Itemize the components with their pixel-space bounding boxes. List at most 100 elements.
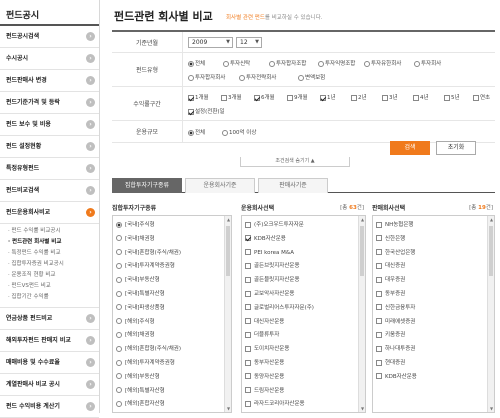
checkbox[interactable] — [245, 331, 251, 338]
checkbox[interactable] — [245, 235, 251, 242]
radio-button[interactable] — [298, 74, 304, 81]
radio-button[interactable] — [239, 74, 245, 81]
checkbox[interactable] — [382, 94, 388, 101]
checkbox[interactable] — [245, 387, 251, 394]
sidebar-item[interactable]: 펀드공시검색 › — [0, 26, 99, 48]
radio-button[interactable] — [116, 221, 122, 228]
list-item[interactable]: 동양자산운용 — [245, 372, 284, 382]
sidebar-subitem[interactable]: · 집합기간 수익률 — [8, 292, 99, 303]
sidebar-item[interactable]: 연금상품 펀드비교 › — [0, 308, 99, 330]
collapse-conditions-toggle[interactable]: 조건검색 숨기기 ▲ — [240, 157, 350, 167]
list-item[interactable]: 글로벌리어스투자자문(주) — [245, 303, 314, 313]
option[interactable]: 3년 — [382, 93, 398, 101]
sidebar-item[interactable]: 펀드비교검색 › — [0, 180, 99, 202]
list-item[interactable]: 라자드코리아자산운용 — [245, 399, 305, 409]
scroll-up-icon[interactable]: ▲ — [225, 216, 231, 223]
option[interactable]: 5년 — [444, 93, 460, 101]
radio-button[interactable] — [116, 262, 122, 269]
checkbox[interactable] — [245, 290, 251, 297]
sidebar-subitem[interactable]: · 운용조직 현황 비교 — [8, 270, 99, 281]
option[interactable]: 4년 — [413, 93, 429, 101]
radio-button[interactable] — [269, 60, 275, 67]
month-select[interactable]: 12 ▼ — [236, 37, 262, 48]
checkbox[interactable] — [376, 276, 382, 283]
option[interactable]: 9개월 — [287, 93, 308, 101]
list-item[interactable]: 미래에셋증권 — [376, 317, 415, 327]
checkbox[interactable] — [376, 331, 382, 338]
option[interactable]: 전체 — [188, 59, 205, 67]
list-item[interactable]: [해외]부동산형 — [116, 372, 160, 382]
list-item[interactable]: NH농협은행 — [376, 220, 414, 230]
option[interactable]: 설정(전환)일 — [188, 107, 225, 115]
list-item[interactable]: PEI korea M&A — [245, 248, 294, 258]
list-item[interactable]: 한국산업은행 — [376, 248, 415, 258]
scroll-up-icon[interactable]: ▲ — [359, 216, 365, 223]
list-item[interactable]: [해외]혼합자산형 — [116, 399, 165, 409]
sidebar-item[interactable]: 수시공시 › — [0, 48, 99, 70]
list-item[interactable]: [국내]채권형 — [116, 234, 155, 244]
radio-button[interactable] — [116, 359, 122, 366]
checkbox[interactable] — [245, 221, 251, 228]
list-item[interactable]: [국내]파생상품형 — [116, 303, 165, 313]
checkbox[interactable] — [287, 94, 293, 101]
scrollbar[interactable]: ▲ ▼ — [487, 216, 494, 412]
radio-button[interactable] — [116, 249, 122, 256]
option[interactable]: 전체 — [188, 128, 205, 136]
radio-button[interactable] — [318, 60, 324, 67]
checkbox[interactable] — [188, 108, 194, 115]
radio-button[interactable] — [222, 129, 228, 136]
sidebar-item[interactable]: 펀드 수익비용 계산기 › — [0, 396, 99, 418]
checkbox[interactable] — [245, 359, 251, 366]
radio-button[interactable] — [116, 400, 122, 407]
scroll-down-icon[interactable]: ▼ — [488, 405, 494, 412]
list-item[interactable]: KDB자산운용 — [376, 372, 417, 382]
list-item[interactable]: 동부자산운용 — [245, 358, 284, 368]
tab-1[interactable]: 집합투자기구종류 — [112, 178, 182, 193]
list-item[interactable]: 대신자산운용 — [245, 317, 284, 327]
option[interactable]: 연초 — [473, 93, 490, 101]
radio-button[interactable] — [188, 129, 194, 136]
sidebar-item[interactable]: 특정유형펀드 › — [0, 158, 99, 180]
option[interactable]: 투자합자회사 — [188, 73, 225, 81]
year-select[interactable]: 2009 ▼ — [188, 37, 233, 48]
radio-button[interactable] — [223, 60, 229, 67]
checkbox[interactable] — [376, 235, 382, 242]
checkbox[interactable] — [245, 400, 251, 407]
option[interactable]: 1년 — [320, 93, 336, 101]
list-item[interactable]: 골든브릿지자산운용 — [245, 261, 300, 271]
option[interactable]: 3개월 — [221, 93, 242, 101]
radio-button[interactable] — [116, 235, 122, 242]
sidebar-subitem[interactable]: · 펀드관련 회사별 비교 — [8, 237, 99, 248]
sidebar-subitem[interactable]: · 특정펀드 수익률 비교 — [8, 248, 99, 259]
list-item[interactable]: 현대증권 — [376, 358, 405, 368]
sidebar-item[interactable]: 펀드기준가격 및 등락 › — [0, 92, 99, 114]
checkbox[interactable] — [376, 221, 382, 228]
radio-button[interactable] — [116, 345, 122, 352]
radio-button[interactable] — [414, 60, 420, 67]
list-item[interactable]: 신한은행 — [376, 234, 405, 244]
checkbox[interactable] — [376, 304, 382, 311]
scroll-down-icon[interactable]: ▼ — [225, 405, 231, 412]
checkbox[interactable] — [376, 359, 382, 366]
checkbox[interactable] — [376, 318, 382, 325]
scrollbar-thumb[interactable] — [360, 226, 364, 276]
option[interactable]: 투자합자조합 — [269, 59, 306, 67]
checkbox[interactable] — [245, 373, 251, 380]
scroll-up-icon[interactable]: ▲ — [488, 216, 494, 223]
list-item[interactable]: KDB자산운용 — [245, 234, 286, 244]
sidebar-item[interactable]: 펀드 설정현황 › — [0, 136, 99, 158]
tab-2[interactable]: 운용회사기준 — [185, 178, 255, 193]
scrollbar[interactable]: ▲ ▼ — [358, 216, 365, 412]
list-item[interactable]: [해외]채권형 — [116, 330, 155, 340]
list-item[interactable]: 대신증권 — [376, 261, 405, 271]
checkbox[interactable] — [254, 94, 260, 101]
list-item[interactable]: [국내]부동산형 — [116, 275, 160, 285]
list-item[interactable]: [국내]특별자산형 — [116, 289, 165, 299]
checkbox[interactable] — [413, 94, 419, 101]
checkbox[interactable] — [351, 94, 357, 101]
radio-button[interactable] — [116, 387, 122, 394]
list-item[interactable]: 신한금융투자 — [376, 303, 415, 313]
reset-button[interactable]: 초기화 — [436, 141, 476, 155]
list-item[interactable]: 도이치자산운용 — [245, 344, 289, 354]
scrollbar-thumb[interactable] — [226, 226, 230, 276]
